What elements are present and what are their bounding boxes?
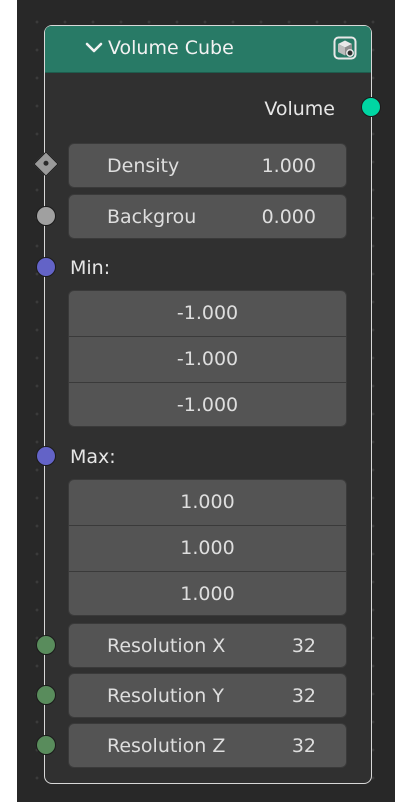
input-max-socket[interactable] [36,446,56,466]
density-label: Density [107,155,180,177]
input-background-socket[interactable] [36,206,56,226]
input-min-socket[interactable] [36,257,56,277]
resolution-y-value: 32 [291,685,316,707]
cube-preview-icon[interactable] [333,36,357,60]
max-vector-field[interactable]: 1.000 1.000 1.000 [68,479,347,616]
min-label: Min: [70,257,111,279]
resolution-x-field[interactable]: Resolution X 32 [68,623,347,668]
resolution-x-value: 32 [291,635,316,657]
input-resolution-y-socket[interactable] [36,685,56,705]
resolution-x-label: Resolution X [107,635,226,657]
min-y-value[interactable]: -1.000 [69,336,346,382]
min-vector-field[interactable]: -1.000 -1.000 -1.000 [68,290,347,427]
output-volume-label: Volume [264,98,335,120]
output-volume-socket[interactable] [361,97,381,117]
input-resolution-x-socket[interactable] [36,635,56,655]
resolution-y-label: Resolution Y [107,685,224,707]
background-label: Backgrou [107,206,197,228]
max-label: Max: [70,446,116,468]
density-value: 1.000 [261,155,316,177]
max-y-value[interactable]: 1.000 [69,525,346,571]
node-title: Volume Cube [108,37,234,59]
max-z-value[interactable]: 1.000 [69,571,346,617]
node-header[interactable]: Volume Cube [45,26,371,73]
resolution-z-value: 32 [291,735,316,757]
resolution-y-field[interactable]: Resolution Y 32 [68,673,347,718]
max-x-value[interactable]: 1.000 [69,480,346,525]
resolution-z-field[interactable]: Resolution Z 32 [68,723,347,768]
resolution-z-label: Resolution Z [107,735,226,757]
input-resolution-z-socket[interactable] [36,735,56,755]
density-field[interactable]: Density 1.000 [68,143,347,188]
chevron-down-icon[interactable] [82,36,106,60]
background-field[interactable]: Backgrou 0.000 [68,194,347,239]
min-z-value[interactable]: -1.000 [69,382,346,428]
min-x-value[interactable]: -1.000 [69,291,346,336]
background-value: 0.000 [261,206,316,228]
